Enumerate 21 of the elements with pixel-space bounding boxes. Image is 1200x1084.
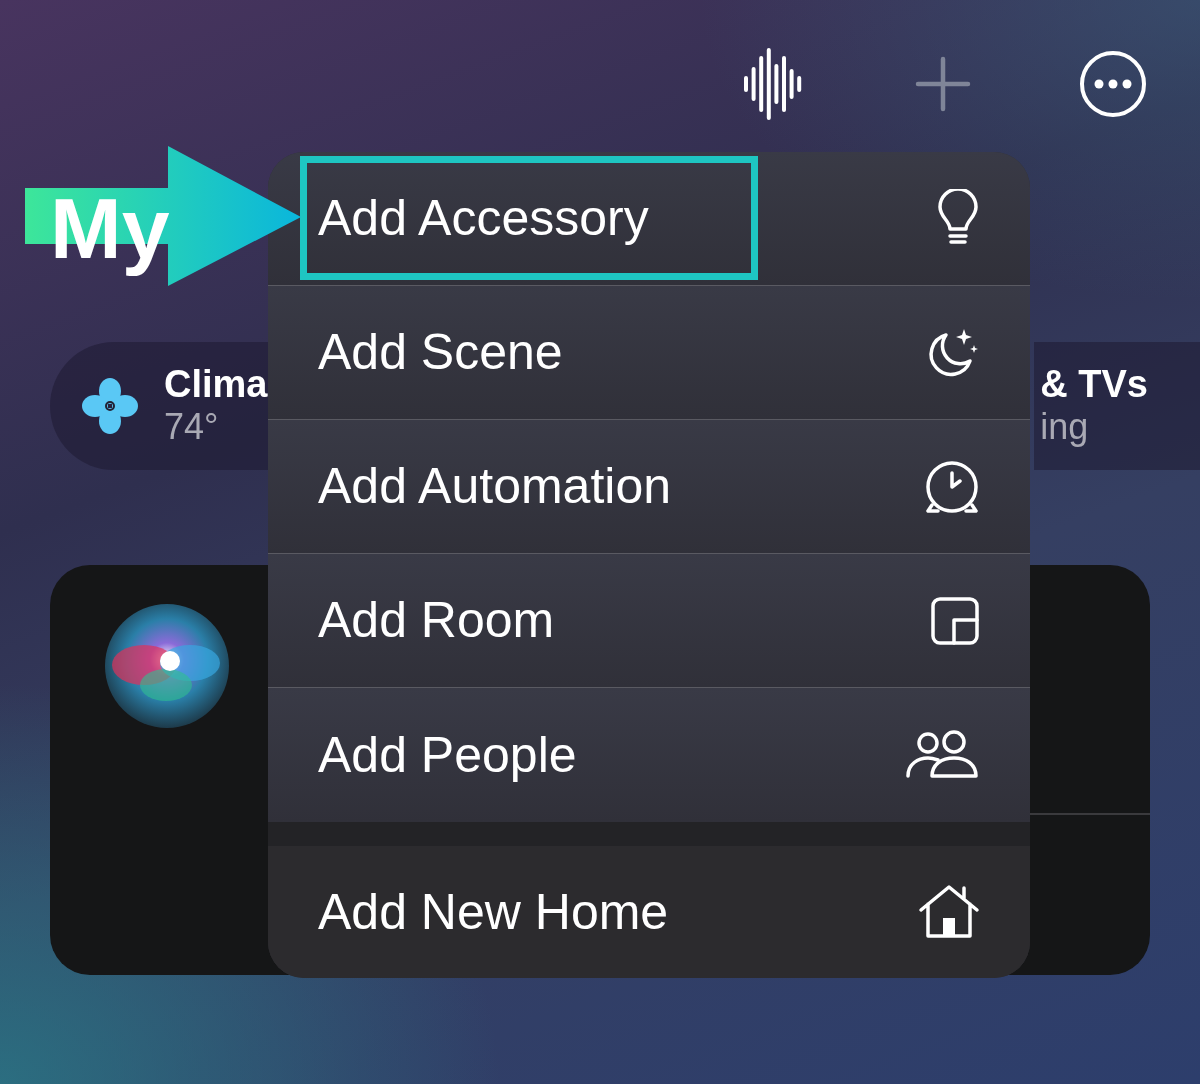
fan-icon — [82, 378, 138, 434]
plus-icon — [915, 56, 971, 112]
menu-item[interactable]: Add Accessory — [268, 152, 1030, 286]
house-icon — [918, 884, 980, 940]
more-icon — [1079, 50, 1147, 118]
chip-status: 74° — [164, 405, 220, 449]
menu-item[interactable]: Add Scene — [268, 286, 1030, 420]
chip-status: ing — [1040, 405, 1090, 449]
people-icon — [906, 730, 980, 780]
menu-item[interactable]: Add People — [268, 688, 1030, 822]
menu-item[interactable]: Add Room — [268, 554, 1030, 688]
more-button[interactable] — [1078, 48, 1148, 120]
menu-item[interactable]: Add Automation — [268, 420, 1030, 554]
clock-icon — [924, 458, 980, 515]
menu-item[interactable]: Add New Home — [268, 846, 1030, 978]
room-icon — [930, 595, 980, 646]
chip-title: Clima — [164, 363, 268, 406]
chip-title: & TVs — [1040, 363, 1148, 406]
waveform-icon — [742, 48, 804, 120]
siri-orb-icon — [104, 603, 230, 729]
media-chip[interactable]: & TVs ing — [1034, 342, 1200, 470]
